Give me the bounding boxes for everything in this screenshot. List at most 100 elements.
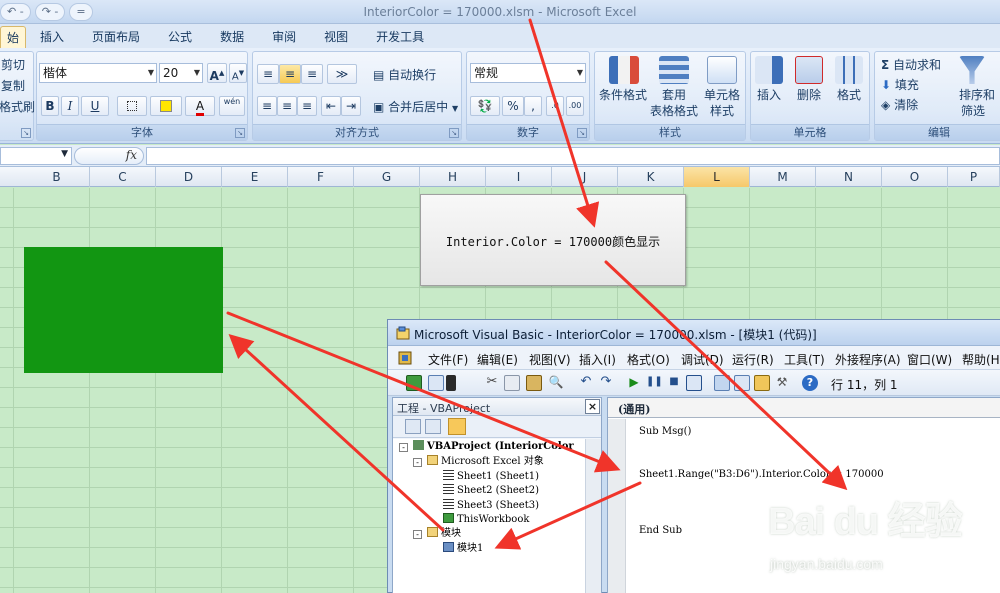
clipboard-launcher-icon[interactable]: ↘: [21, 128, 31, 138]
font-size-combo[interactable]: 20 ▼: [159, 63, 203, 83]
object-browser-icon[interactable]: [754, 375, 770, 391]
currency-button[interactable]: 💱: [470, 96, 500, 116]
shrink-font-button[interactable]: A▼: [229, 63, 247, 83]
run-icon[interactable]: ▶: [626, 375, 642, 391]
vba-system-menu-icon[interactable]: [398, 351, 412, 365]
vba-menu-view[interactable]: 视图(V): [529, 351, 571, 368]
underline-button[interactable]: U: [81, 96, 109, 116]
tree-node-sheet3[interactable]: Sheet3 (Sheet3): [443, 499, 539, 513]
vba-menu-tools[interactable]: 工具(T): [784, 351, 825, 368]
tree-node-module1[interactable]: 模块1: [443, 542, 483, 556]
tab-home[interactable]: 始: [0, 26, 27, 48]
increase-decimal-button[interactable]: .0: [546, 96, 564, 116]
format-painter-button[interactable]: 格式刷: [0, 98, 35, 115]
tree-node-modules[interactable]: 模块: [427, 527, 461, 541]
column-header-b[interactable]: B: [24, 167, 90, 187]
italic-button[interactable]: I: [61, 96, 79, 116]
tree-node-sheet1[interactable]: Sheet1 (Sheet1): [443, 470, 539, 484]
help-icon[interactable]: ?: [802, 375, 818, 391]
project-explorer-scrollbar[interactable]: [585, 439, 601, 593]
view-object-icon[interactable]: [425, 419, 441, 434]
autosum-button[interactable]: Σ 自动求和: [881, 56, 941, 73]
cut-icon[interactable]: ✂: [484, 375, 500, 391]
copy-button[interactable]: 复制: [1, 77, 25, 94]
column-header-e[interactable]: E: [222, 167, 288, 187]
tree-node-vbaproject[interactable]: VBAProject (InteriorColor: [413, 440, 574, 454]
copy-icon[interactable]: [504, 375, 520, 391]
column-header-k[interactable]: K: [618, 167, 684, 187]
column-header-h[interactable]: H: [420, 167, 486, 187]
view-code-icon[interactable]: [405, 419, 421, 434]
vba-menu-file[interactable]: 文件(F): [428, 351, 468, 368]
increase-indent-button[interactable]: ⇥: [341, 96, 361, 116]
properties-icon[interactable]: [734, 375, 750, 391]
toolbox-icon[interactable]: ⚒: [774, 375, 790, 391]
wrap-text-button[interactable]: ▤ 自动换行: [373, 66, 436, 83]
grow-font-button[interactable]: A▲: [207, 63, 227, 83]
align-center-button[interactable]: ≡: [277, 96, 297, 116]
fill-button[interactable]: ⬇ 填充: [881, 76, 919, 93]
close-icon[interactable]: ×: [585, 399, 600, 414]
column-header-j[interactable]: J: [552, 167, 618, 187]
vba-menu-window[interactable]: 窗口(W): [907, 351, 952, 368]
tab-review[interactable]: 审阅: [258, 26, 310, 48]
column-header-p[interactable]: P: [948, 167, 1000, 187]
insert-module-icon[interactable]: [428, 375, 444, 391]
fill-color-button[interactable]: [150, 96, 182, 116]
column-header-d[interactable]: D: [156, 167, 222, 187]
decrease-decimal-button[interactable]: .00: [566, 96, 584, 116]
column-header-n[interactable]: N: [816, 167, 882, 187]
name-box[interactable]: ▼: [0, 147, 72, 165]
column-header-o[interactable]: O: [882, 167, 948, 187]
undo-icon[interactable]: ↶: [578, 375, 594, 391]
phonetic-button[interactable]: wén: [219, 96, 245, 116]
decrease-indent-button[interactable]: ⇤: [321, 96, 341, 116]
number-format-combo[interactable]: 常规 ▼: [470, 63, 586, 83]
tree-node-sheet2[interactable]: Sheet2 (Sheet2): [443, 484, 539, 498]
paste-icon[interactable]: [526, 375, 542, 391]
align-left-button[interactable]: ≡: [257, 96, 277, 116]
formula-input[interactable]: [146, 147, 1000, 165]
align-right-button[interactable]: ≡: [297, 96, 317, 116]
font-launcher-icon[interactable]: ↘: [235, 128, 245, 138]
collapse-icon[interactable]: -: [413, 458, 422, 467]
tab-page-layout[interactable]: 页面布局: [78, 26, 154, 48]
find-icon[interactable]: 🔍: [548, 375, 564, 391]
comma-button[interactable]: ,: [524, 96, 542, 116]
percent-button[interactable]: %: [502, 96, 524, 116]
vba-menu-run[interactable]: 运行(R): [732, 351, 774, 368]
collapse-icon[interactable]: -: [413, 530, 422, 539]
tree-node-excel-objects[interactable]: Microsoft Excel 对象: [427, 455, 544, 469]
borders-button[interactable]: [117, 96, 147, 116]
code-line-sub[interactable]: Sub Msg(): [639, 426, 691, 437]
vba-menu-addins[interactable]: 外接程序(A): [835, 351, 901, 368]
align-top-button[interactable]: ≡: [257, 64, 279, 84]
vba-menu-insert[interactable]: 插入(I): [579, 351, 616, 368]
code-object-dropdown[interactable]: (通用): [608, 398, 1000, 418]
column-header-m[interactable]: M: [750, 167, 816, 187]
save-icon[interactable]: [446, 375, 456, 391]
vba-menu-debug[interactable]: 调试(D): [681, 351, 724, 368]
alignment-launcher-icon[interactable]: ↘: [449, 128, 459, 138]
tab-view[interactable]: 视图: [310, 26, 362, 48]
align-bottom-button[interactable]: ≡: [301, 64, 323, 84]
toggle-folders-icon[interactable]: [448, 418, 466, 435]
clear-button[interactable]: ◈ 清除: [881, 96, 918, 113]
tab-insert[interactable]: 插入: [26, 26, 78, 48]
column-header-l[interactable]: L: [684, 167, 750, 187]
column-header-g[interactable]: G: [354, 167, 420, 187]
tab-formulas[interactable]: 公式: [154, 26, 206, 48]
collapse-icon[interactable]: -: [399, 443, 408, 452]
code-line-end-sub[interactable]: End Sub: [639, 525, 682, 536]
align-middle-button[interactable]: ≡: [279, 64, 301, 84]
bold-button[interactable]: B: [41, 96, 59, 116]
font-color-button[interactable]: A: [185, 96, 215, 116]
orientation-button[interactable]: ≫: [327, 64, 357, 84]
tab-data[interactable]: 数据: [206, 26, 258, 48]
font-name-combo[interactable]: 楷体 ▼: [39, 63, 157, 83]
redo-icon[interactable]: ↷: [598, 375, 614, 391]
column-header-f[interactable]: F: [288, 167, 354, 187]
cut-button[interactable]: 剪切: [1, 56, 25, 73]
column-header-c[interactable]: C: [90, 167, 156, 187]
number-launcher-icon[interactable]: ↘: [577, 128, 587, 138]
